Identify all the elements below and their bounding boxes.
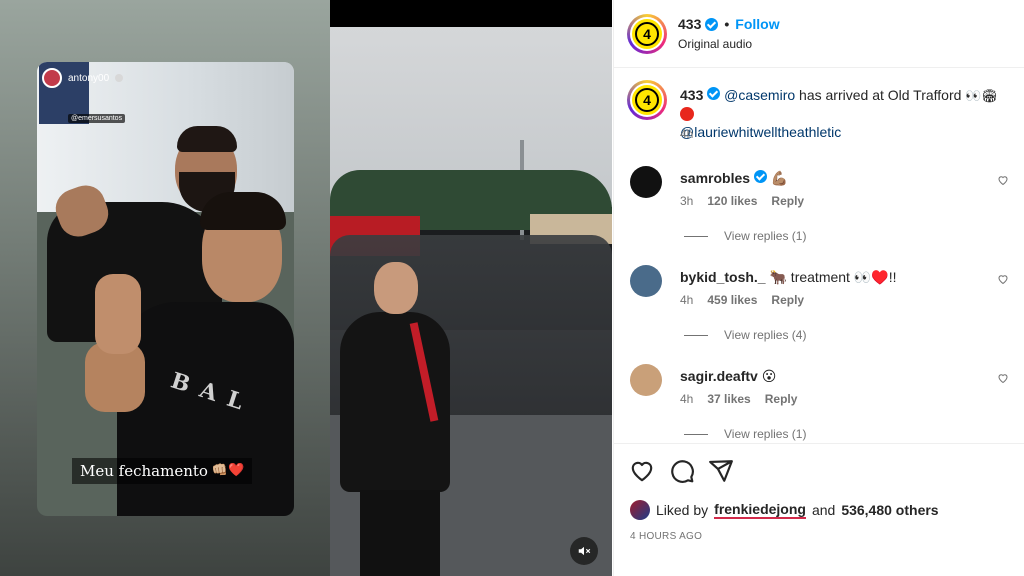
comment-text: 💪🏽	[770, 170, 789, 186]
liked-by-username[interactable]: frenkiedejong	[714, 501, 806, 519]
story-user[interactable]: antony00	[42, 67, 124, 89]
comment: samrobles 💪🏽 3h 120 likes Reply View rep…	[614, 166, 1024, 261]
post-timestamp: 4 HOURS AGO	[630, 531, 703, 542]
reply-button[interactable]: Reply	[771, 293, 804, 307]
433-logo-icon: 4	[635, 88, 659, 112]
caption-timestamp: 4h	[680, 127, 694, 141]
story-caption-text: Meu fechamento	[80, 462, 208, 480]
comment-time: 3h	[680, 194, 694, 208]
liked-by-prefix: Liked by	[656, 502, 709, 518]
share-send-icon[interactable]	[708, 458, 734, 484]
433-logo-icon: 4	[635, 22, 659, 46]
comment-likes[interactable]: 37 likes	[707, 392, 750, 406]
view-replies-button[interactable]: View replies (1)	[684, 427, 806, 441]
comment-avatar[interactable]	[630, 265, 662, 297]
comment-text: 🐂 treatment 👀♥️!!	[769, 269, 897, 285]
like-heart-icon[interactable]	[629, 458, 655, 484]
liked-by-avatar[interactable]	[630, 500, 650, 520]
audio-label[interactable]: Original audio	[678, 37, 752, 51]
comment: bykid_tosh._ 🐂 treatment 👀♥️!! 4h 459 li…	[614, 265, 1024, 360]
view-replies-button[interactable]: View replies (4)	[684, 328, 806, 342]
view-replies-label[interactable]: View replies (4)	[724, 328, 806, 342]
view-replies-label[interactable]: View replies (1)	[724, 229, 806, 243]
comment-username[interactable]: samrobles	[680, 170, 750, 186]
follow-button[interactable]: Follow	[735, 16, 779, 32]
comment-username[interactable]: bykid_tosh._	[680, 269, 766, 285]
liked-by: Liked by frenkiedejong and 536,480 other…	[630, 500, 939, 520]
post-actions: Liked by frenkiedejong and 536,480 other…	[614, 443, 1024, 576]
caption-username[interactable]: 433	[680, 87, 703, 103]
comment-text: 😮	[761, 368, 777, 384]
caption-emojis: 👀🏟	[965, 88, 999, 103]
comment-username[interactable]: sagir.deaftv	[680, 368, 758, 384]
post-video[interactable]	[330, 0, 612, 576]
view-replies-label[interactable]: View replies (1)	[724, 427, 806, 441]
comment-time: 4h	[680, 392, 694, 406]
post-header: 4 433 • Follow Original audio	[614, 0, 1024, 68]
caption-text: has arrived at Old Trafford	[799, 87, 962, 103]
account-avatar[interactable]: 4	[627, 14, 667, 54]
view-replies-button[interactable]: View replies (1)	[684, 229, 806, 243]
comment-avatar[interactable]	[630, 364, 662, 396]
comment-likes[interactable]: 459 likes	[707, 293, 757, 307]
caption-mention-casemiro[interactable]: @casemiro	[724, 87, 795, 103]
story-caption: Meu fechamento 👊🏼❤️	[72, 458, 253, 484]
verified-badge-icon	[707, 87, 721, 100]
caption-mention-laurie[interactable]: @lauriewhitwelltheathletic	[680, 124, 841, 140]
story-caption-emojis: 👊🏼❤️	[211, 463, 245, 478]
verified-badge-icon	[753, 170, 767, 183]
story-avatar[interactable]	[42, 68, 62, 88]
comment-avatar[interactable]	[630, 166, 662, 198]
heart-icon[interactable]	[997, 372, 1009, 384]
heart-icon[interactable]	[997, 174, 1009, 186]
heart-icon[interactable]	[997, 273, 1009, 285]
comment-likes[interactable]: 120 likes	[707, 194, 757, 208]
story-mention-tag[interactable]: @emersusantos	[68, 114, 126, 123]
story-username[interactable]: antony00	[68, 73, 109, 84]
account-name[interactable]: 433	[678, 16, 701, 32]
comment-time: 4h	[680, 293, 694, 307]
speaker-muted-icon	[578, 546, 591, 556]
liked-by-and: and	[811, 502, 836, 518]
post-panel: 4 433 • Follow Original audio 4 433 @cas…	[613, 0, 1024, 576]
story-image: B A L	[37, 62, 294, 516]
verified-badge-icon	[705, 17, 719, 31]
caption-avatar[interactable]: 4	[627, 80, 667, 120]
likes-count[interactable]: 536,480 others	[841, 502, 938, 518]
reply-button[interactable]: Reply	[771, 194, 804, 208]
red-circle-icon	[680, 107, 694, 121]
verified-icon	[115, 74, 124, 82]
reply-button[interactable]: Reply	[765, 392, 798, 406]
mute-button[interactable]	[570, 537, 598, 565]
comment-bubble-icon[interactable]	[669, 458, 695, 484]
